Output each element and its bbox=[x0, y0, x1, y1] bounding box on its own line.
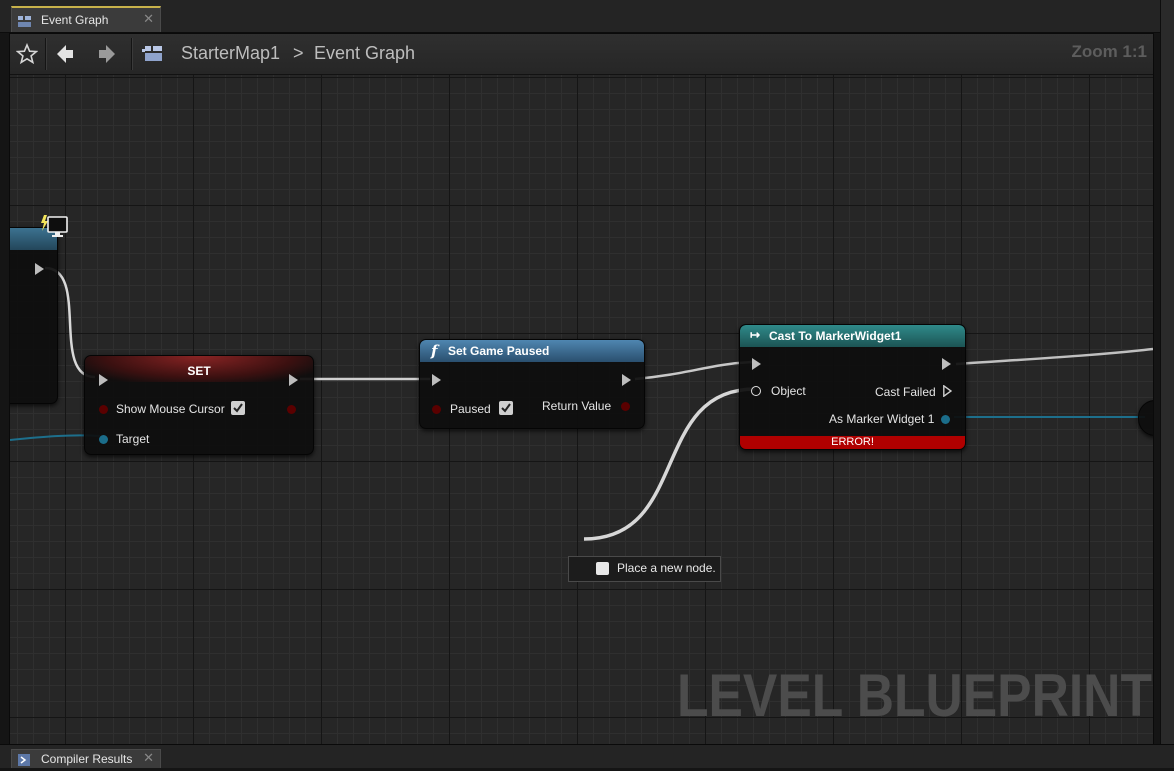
checkmark-icon bbox=[233, 403, 243, 413]
exec-in-pin[interactable] bbox=[752, 358, 761, 370]
compiler-results-icon bbox=[18, 753, 30, 766]
graph-canvas[interactable]: StarterMap1 > Event Graph Zoom 1:1 SET S… bbox=[9, 33, 1154, 745]
checkmark-icon bbox=[501, 403, 511, 413]
set-game-paused-node[interactable]: f Set Game Paused Paused Return Value bbox=[419, 339, 645, 429]
cast-icon: ↦ bbox=[750, 328, 761, 342]
close-icon[interactable]: ✕ bbox=[143, 750, 154, 766]
pin-label-return-value: Return Value bbox=[542, 399, 612, 413]
return-value-pin[interactable] bbox=[621, 402, 630, 411]
pin-label-show-mouse-cursor: Show Mouse Cursor bbox=[116, 402, 225, 416]
target-pin[interactable] bbox=[99, 435, 108, 444]
set-node-title: SET bbox=[187, 364, 211, 378]
exec-wire[interactable] bbox=[634, 360, 753, 381]
function-icon: f bbox=[431, 342, 438, 360]
pin-label-as-marker-widget: As Marker Widget 1 bbox=[829, 412, 935, 426]
cast-node-title: Cast To MarkerWidget1 bbox=[769, 329, 902, 343]
event-node[interactable] bbox=[10, 227, 58, 404]
exec-out-pin[interactable] bbox=[35, 263, 44, 275]
pin-label-object: Object bbox=[771, 384, 806, 398]
object-pin[interactable] bbox=[751, 386, 761, 396]
bool-out-pin[interactable] bbox=[287, 405, 296, 414]
as-marker-widget-pin[interactable] bbox=[941, 415, 950, 424]
set-node-header: SET bbox=[85, 356, 313, 382]
set-game-paused-header: f Set Game Paused bbox=[420, 340, 644, 362]
pin-label-cast-failed: Cast Failed bbox=[875, 385, 936, 399]
place-node-hint-label: Place a new node. bbox=[617, 561, 716, 575]
close-icon[interactable]: ✕ bbox=[143, 11, 154, 27]
cast-node-header: ↦ Cast To MarkerWidget1 bbox=[740, 325, 965, 347]
tab-compiler-results[interactable]: Compiler Results ✕ bbox=[11, 749, 161, 768]
exec-out-pin[interactable] bbox=[289, 374, 298, 386]
tab-event-graph[interactable]: Event Graph ✕ bbox=[11, 6, 161, 32]
exec-in-pin[interactable] bbox=[99, 374, 108, 386]
exec-wire[interactable] bbox=[955, 347, 1153, 366]
pin-label-target: Target bbox=[116, 432, 150, 446]
exec-out-pin[interactable] bbox=[942, 358, 951, 370]
side-panel-edge bbox=[1160, 0, 1174, 767]
exec-out-pin[interactable] bbox=[622, 374, 631, 386]
pin-label-paused: Paused bbox=[450, 402, 491, 416]
bool-pin[interactable] bbox=[99, 405, 108, 414]
node-icon bbox=[596, 562, 609, 575]
graph-icon bbox=[18, 14, 31, 27]
set-node[interactable]: SET Show Mouse Cursor Target bbox=[84, 355, 314, 455]
cast-node[interactable]: ↦ Cast To MarkerWidget1 Object Cast Fail… bbox=[739, 324, 966, 450]
set-game-paused-title: Set Game Paused bbox=[448, 344, 550, 358]
bool-pin[interactable] bbox=[432, 405, 441, 414]
show-mouse-cursor-checkbox[interactable] bbox=[231, 401, 245, 415]
tab-label: Compiler Results bbox=[41, 752, 133, 766]
paused-checkbox[interactable] bbox=[499, 401, 513, 415]
replicated-monitor-icon bbox=[39, 215, 69, 239]
top-tab-bar: Event Graph ✕ bbox=[0, 0, 1174, 33]
tab-label: Event Graph bbox=[41, 13, 109, 27]
level-blueprint-watermark: LEVEL BLUEPRINT bbox=[677, 662, 1152, 729]
cast-failed-exec-pin[interactable] bbox=[943, 385, 952, 397]
bottom-tab-bar: Compiler Results ✕ bbox=[0, 744, 1174, 768]
place-node-hint: Place a new node. bbox=[568, 556, 721, 582]
exec-in-pin[interactable] bbox=[432, 374, 441, 386]
error-banner: ERROR! bbox=[740, 436, 965, 449]
